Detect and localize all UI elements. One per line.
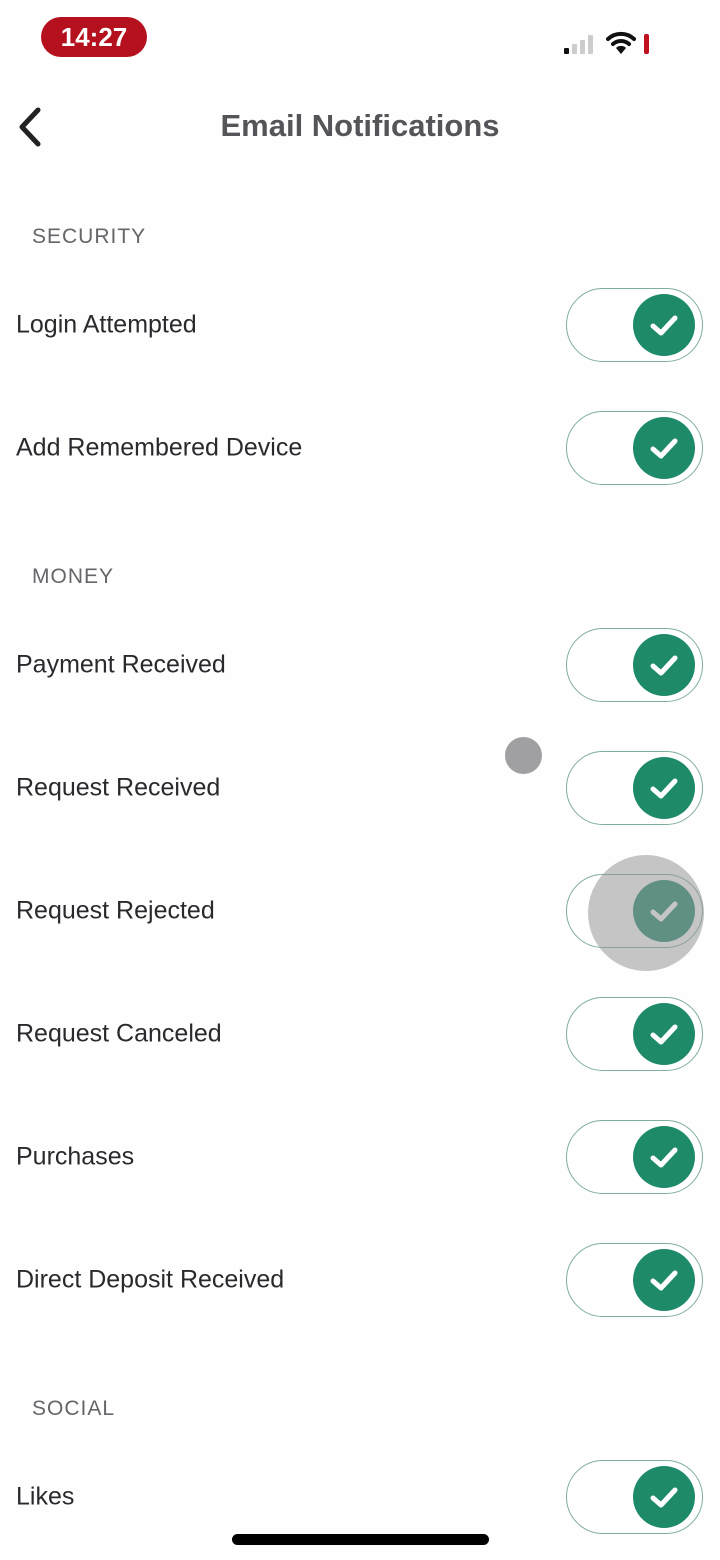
toggle-knob xyxy=(633,1249,695,1311)
section-header: SOCIAL xyxy=(32,1397,116,1420)
page-title: Email Notifications xyxy=(220,108,500,143)
notification-toggle[interactable] xyxy=(566,288,703,362)
settings-row: Likes xyxy=(0,1452,720,1542)
row-label: Payment Received xyxy=(16,650,226,679)
row-label: Request Canceled xyxy=(16,1019,222,1048)
toggle-knob xyxy=(633,1126,695,1188)
checkmark-icon xyxy=(650,1270,678,1291)
settings-row: Purchases xyxy=(0,1112,720,1202)
settings-row: Request Received xyxy=(0,743,720,833)
row-label: Purchases xyxy=(16,1142,135,1171)
settings-row: Payment Received xyxy=(0,620,720,710)
notification-toggle[interactable] xyxy=(566,1120,703,1194)
toggle-knob xyxy=(633,1466,695,1528)
status-bar: 14:27 xyxy=(0,0,720,80)
nav-bar: Email Notifications xyxy=(0,90,720,164)
row-label: Direct Deposit Received xyxy=(16,1265,285,1294)
settings-row: Login Attempted xyxy=(0,280,720,370)
toggle-knob xyxy=(633,1003,695,1065)
notification-toggle[interactable] xyxy=(566,1243,703,1317)
cellular-signal-icon xyxy=(564,34,598,54)
home-indicator[interactable] xyxy=(232,1534,489,1545)
toggle-knob xyxy=(633,417,695,479)
settings-row: Direct Deposit Received xyxy=(0,1235,720,1325)
checkmark-icon xyxy=(650,655,678,676)
checkmark-icon xyxy=(650,1487,678,1508)
row-label: Request Received xyxy=(16,773,221,802)
row-label: Likes xyxy=(16,1482,75,1511)
row-label: Login Attempted xyxy=(16,310,197,339)
row-label: Request Rejected xyxy=(16,896,215,925)
settings-row: Add Remembered Device xyxy=(0,403,720,493)
checkmark-icon xyxy=(650,1024,678,1045)
battery-icon xyxy=(644,34,649,54)
toggle-knob xyxy=(633,757,695,819)
row-label: Add Remembered Device xyxy=(16,433,303,462)
notification-toggle[interactable] xyxy=(566,751,703,825)
toggle-knob xyxy=(633,294,695,356)
checkmark-icon xyxy=(650,315,678,336)
notification-toggle[interactable] xyxy=(566,628,703,702)
notification-toggle[interactable] xyxy=(566,411,703,485)
checkmark-icon xyxy=(650,778,678,799)
status-time: 14:27 xyxy=(41,17,147,57)
toggle-knob xyxy=(633,634,695,696)
notification-toggle[interactable] xyxy=(566,1460,703,1534)
checkmark-icon xyxy=(650,1147,678,1168)
section-header: MONEY xyxy=(32,565,115,588)
wifi-icon xyxy=(606,31,636,54)
touch-ripple xyxy=(588,855,704,971)
checkmark-icon xyxy=(650,438,678,459)
touch-indicator xyxy=(505,737,542,774)
notification-toggle[interactable] xyxy=(566,997,703,1071)
settings-row: Request Canceled xyxy=(0,989,720,1079)
section-header: SECURITY xyxy=(32,225,147,248)
